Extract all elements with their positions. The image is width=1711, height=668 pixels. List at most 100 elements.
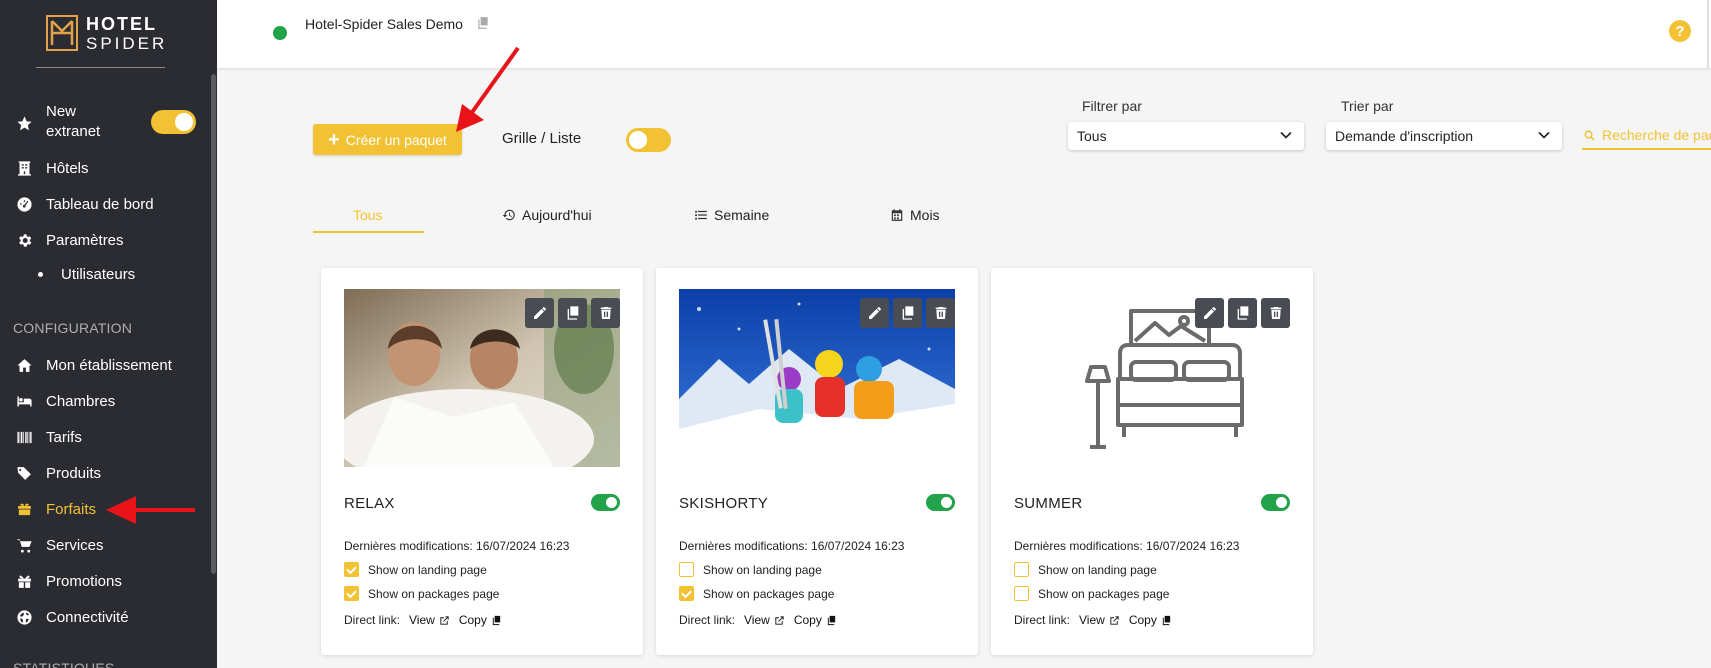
edit-button[interactable] <box>1195 298 1224 328</box>
packages-page-checkbox[interactable] <box>1014 586 1029 601</box>
sidebar-item-dashboard[interactable]: Tableau de bord <box>0 187 217 221</box>
logo-text-spider: SPIDER <box>86 34 168 53</box>
logo-mark-icon <box>46 15 78 51</box>
packages-page-checkbox[interactable] <box>679 586 694 601</box>
active-toggle[interactable] <box>926 494 955 511</box>
sidebar-item-establishment[interactable]: Mon établissement <box>0 348 217 382</box>
delete-button[interactable] <box>591 298 620 328</box>
new-extranet-toggle[interactable] <box>151 110 196 134</box>
card-actions <box>1195 298 1290 328</box>
active-toggle[interactable] <box>591 494 620 511</box>
sidebar-item-connectivity[interactable]: Connectivité <box>0 600 217 634</box>
sidebar-scrollbar[interactable] <box>211 74 216 574</box>
sidebar-item-label: Forfaits <box>46 500 97 518</box>
sidebar-item-label: Chambres <box>46 392 116 410</box>
landing-page-option[interactable]: Show on landing page <box>679 562 822 577</box>
copy-label: Copy <box>458 613 487 627</box>
active-toggle[interactable] <box>1261 494 1290 511</box>
delete-button[interactable] <box>1261 298 1290 328</box>
sidebar-item-label: Services <box>46 536 104 554</box>
copy-icon <box>567 306 578 320</box>
sidebar-item-products[interactable]: Produits <box>0 456 217 490</box>
app-root: HOTEL SPIDER New extranet Hôtels Tableau… <box>0 0 1711 668</box>
tab-month[interactable]: Mois <box>890 207 940 223</box>
direct-link-row: Direct link: View Copy <box>679 613 837 627</box>
help-button[interactable]: ? <box>1669 20 1691 42</box>
plus-icon: + <box>328 128 340 151</box>
edit-button[interactable] <box>860 298 889 328</box>
home-icon <box>0 357 46 374</box>
package-card-relax: RELAX Dernières modifications: 16/07/202… <box>321 268 643 655</box>
card-title: RELAX <box>344 495 395 512</box>
package-icon <box>0 501 46 518</box>
delete-button[interactable] <box>926 298 955 328</box>
dashboard-icon <box>0 196 46 213</box>
view-link[interactable]: View <box>1079 613 1120 627</box>
barcode-icon <box>0 429 46 446</box>
landing-page-option[interactable]: Show on landing page <box>1014 562 1157 577</box>
landing-page-option[interactable]: Show on landing page <box>344 562 487 577</box>
copy-icon <box>492 615 500 625</box>
history-icon <box>502 209 515 221</box>
duplicate-button[interactable] <box>893 298 922 328</box>
copy-icon[interactable] <box>476 16 490 30</box>
direct-link-label: Direct link: <box>679 613 736 627</box>
packages-page-option[interactable]: Show on packages page <box>1014 586 1169 601</box>
tab-label: Semaine <box>714 207 770 223</box>
chevron-down-icon <box>1280 131 1292 139</box>
copy-link[interactable]: Copy <box>794 613 837 627</box>
copy-icon <box>1162 615 1170 625</box>
tab-week[interactable]: Semaine <box>694 207 769 223</box>
active-tab-underline <box>313 231 424 233</box>
landing-page-checkbox[interactable] <box>344 562 359 577</box>
filter-value: Tous <box>1077 128 1107 144</box>
list-icon <box>695 210 707 220</box>
landing-page-checkbox[interactable] <box>1014 562 1029 577</box>
filter-select[interactable]: Tous <box>1068 122 1304 150</box>
cart-icon <box>0 537 46 554</box>
copy-link[interactable]: Copy <box>1129 613 1172 627</box>
duplicate-button[interactable] <box>1228 298 1257 328</box>
search-input[interactable] <box>1602 124 1711 146</box>
logo-divider <box>36 67 165 68</box>
sort-select[interactable]: Demande d'inscription <box>1326 122 1562 150</box>
last-modified: Dernières modifications: 16/07/2024 16:2… <box>1014 539 1240 553</box>
tab-today[interactable]: Aujourd'hui <box>502 207 592 223</box>
grid-list-toggle[interactable] <box>626 128 671 152</box>
search-field[interactable] <box>1582 122 1711 150</box>
sidebar-item-packages[interactable]: Forfaits <box>0 492 217 526</box>
hotel-spider-logo[interactable]: HOTEL SPIDER <box>36 12 166 68</box>
view-label: View <box>409 613 435 627</box>
copy-link[interactable]: Copy <box>459 613 502 627</box>
sort-value: Demande d'inscription <box>1335 128 1474 144</box>
packages-page-option[interactable]: Show on packages page <box>679 586 834 601</box>
copy-label: Copy <box>793 613 822 627</box>
new-extranet-label: New extranet <box>46 103 101 140</box>
view-link[interactable]: View <box>409 613 450 627</box>
sidebar-item-label: Utilisateurs <box>61 266 136 283</box>
packages-page-checkbox[interactable] <box>344 586 359 601</box>
grid-list-label: Grille / Liste <box>502 130 582 147</box>
landing-page-checkbox[interactable] <box>679 562 694 577</box>
packages-page-option[interactable]: Show on packages page <box>344 586 499 601</box>
sidebar-item-label: Hôtels <box>46 159 89 177</box>
edit-button[interactable] <box>525 298 554 328</box>
sidebar-item-label: Paramètres <box>46 231 124 249</box>
sidebar-item-hotels[interactable]: Hôtels <box>0 151 217 185</box>
topbar: Hotel-Spider Sales Demo ? <box>217 0 1711 68</box>
sidebar-item-settings[interactable]: Paramètres <box>0 223 217 257</box>
direct-link-row: Direct link: View Copy <box>1014 613 1172 627</box>
view-label: View <box>744 613 770 627</box>
section-statistics: STATISTIQUES <box>13 660 115 668</box>
sidebar-item-rooms[interactable]: Chambres <box>0 384 217 418</box>
sidebar-item-promotions[interactable]: Promotions <box>0 564 217 598</box>
sidebar-item-services[interactable]: Services <box>0 528 217 562</box>
checkbox-label: Show on packages page <box>368 586 500 601</box>
tab-all[interactable]: Tous <box>353 207 383 223</box>
sidebar-item-rates[interactable]: Tarifs <box>0 420 217 454</box>
view-link[interactable]: View <box>744 613 785 627</box>
create-package-button[interactable]: + Créer un paquet <box>313 124 462 155</box>
copy-icon <box>1237 306 1248 320</box>
duplicate-button[interactable] <box>558 298 587 328</box>
sidebar-item-users[interactable]: Utilisateurs <box>38 266 135 283</box>
